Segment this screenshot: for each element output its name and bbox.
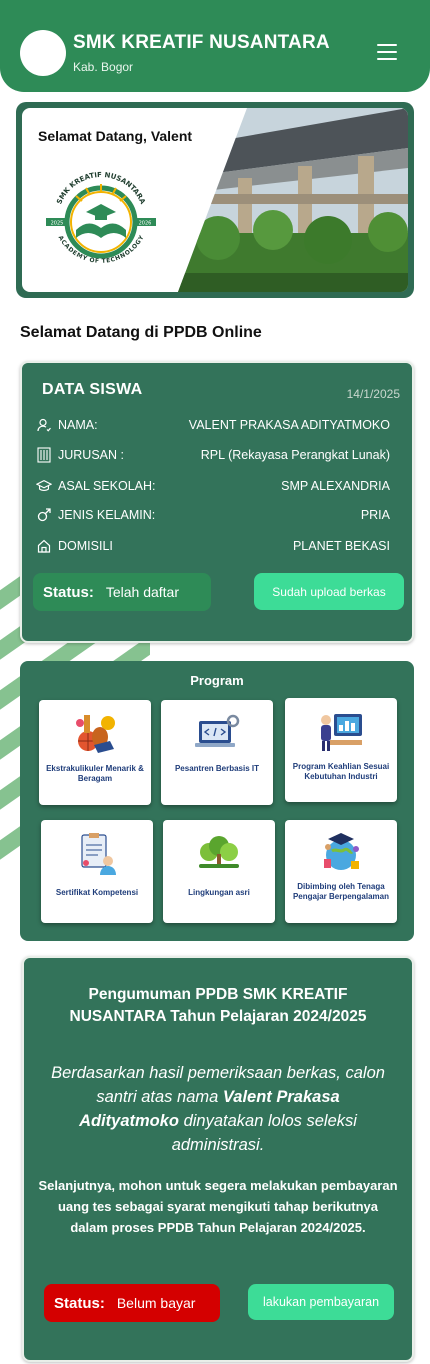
welcome-greeting: Selamat Datang, Valent bbox=[38, 128, 193, 144]
home-icon bbox=[36, 538, 52, 554]
program-item-environment[interactable]: Lingkungan asri bbox=[163, 820, 275, 923]
student-data-card: DATA SISWA 14/1/2025 NAMA: VALENT PRAKAS… bbox=[20, 361, 414, 643]
student-row-name: NAMA: VALENT PRAKASA ADITYATMOKO bbox=[36, 415, 390, 435]
school-building-photo bbox=[178, 108, 408, 292]
program-item-industry-skills[interactable]: Program Keahlian Sesuai Kebutuhan Indust… bbox=[285, 698, 397, 802]
logo-year-right: 2026 bbox=[139, 221, 152, 227]
announcement-card: Pengumuman PPDB SMK KREATIF NUSANTARA Ta… bbox=[22, 956, 414, 1362]
school-emblem-logo: 2025 2026 SMK KREATIF NUSANTARA ACADEMY … bbox=[46, 171, 156, 265]
certificate-icon bbox=[41, 830, 153, 878]
logo-year-left: 2025 bbox=[51, 221, 64, 227]
welcome-banner: Selamat Datang, Valent 2025 2026 SMK KRE… bbox=[16, 102, 414, 298]
school-name: SMK KREATIF NUSANTARA bbox=[73, 32, 330, 53]
student-row-gender: JENIS KELAMIN: PRIA bbox=[36, 505, 390, 525]
announcement-title: Pengumuman PPDB SMK KREATIF NUSANTARA Ta… bbox=[69, 986, 367, 1026]
extracurricular-icon bbox=[39, 710, 151, 758]
registration-status-badge: Status: Telah daftar bbox=[33, 573, 211, 611]
make-payment-button[interactable]: lakukan pembayaran bbox=[248, 1284, 394, 1320]
program-card: Program Ekstrakulikuler Menarik & Beraga… bbox=[20, 661, 414, 941]
app-header: SMK KREATIF NUSANTARA Kab. Bogor bbox=[0, 0, 430, 92]
industry-skill-icon bbox=[285, 708, 397, 756]
school-logo-avatar bbox=[20, 30, 66, 76]
registration-date: 14/1/2025 bbox=[346, 387, 400, 401]
program-item-teachers[interactable]: Dibimbing oleh Tenaga Pengajar Berpengal… bbox=[285, 820, 397, 923]
student-row-domicile: DOMISILI PLANET BEKASI bbox=[36, 536, 390, 556]
program-item-certificate[interactable]: Sertifikat Kompetensi bbox=[41, 820, 153, 923]
program-item-it-boarding[interactable]: Pesantren Berbasis IT bbox=[161, 700, 273, 805]
nature-icon bbox=[163, 830, 275, 878]
male-icon bbox=[36, 507, 52, 523]
student-row-school: ASAL SEKOLAH: SMP ALEXANDRIA bbox=[36, 476, 390, 496]
school-region: Kab. Bogor bbox=[73, 60, 134, 74]
announcement-next-step: Selanjutnya, mohon untuk segera melakuka… bbox=[38, 1178, 398, 1235]
payment-status-badge: Status: Belum bayar bbox=[44, 1284, 220, 1322]
graduation-cap-icon bbox=[36, 478, 52, 494]
hamburger-menu-icon[interactable] bbox=[372, 40, 402, 64]
announcement-verdict: Berdasarkan hasil pemeriksaan berkas, ca… bbox=[51, 1064, 385, 1154]
building-icon bbox=[36, 447, 52, 463]
upload-documents-button[interactable]: Sudah upload berkas bbox=[254, 573, 404, 610]
program-title: Program bbox=[190, 673, 244, 688]
student-data-title: DATA SISWA bbox=[42, 381, 143, 398]
teacher-icon bbox=[285, 830, 397, 878]
computer-code-icon bbox=[161, 710, 273, 758]
page-title: Selamat Datang di PPDB Online bbox=[20, 324, 262, 341]
student-row-major: JURUSAN : RPL (Rekayasa Perangkat Lunak) bbox=[36, 445, 390, 465]
program-item-extracurricular[interactable]: Ekstrakulikuler Menarik & Beragam bbox=[39, 700, 151, 805]
user-icon bbox=[36, 417, 52, 433]
